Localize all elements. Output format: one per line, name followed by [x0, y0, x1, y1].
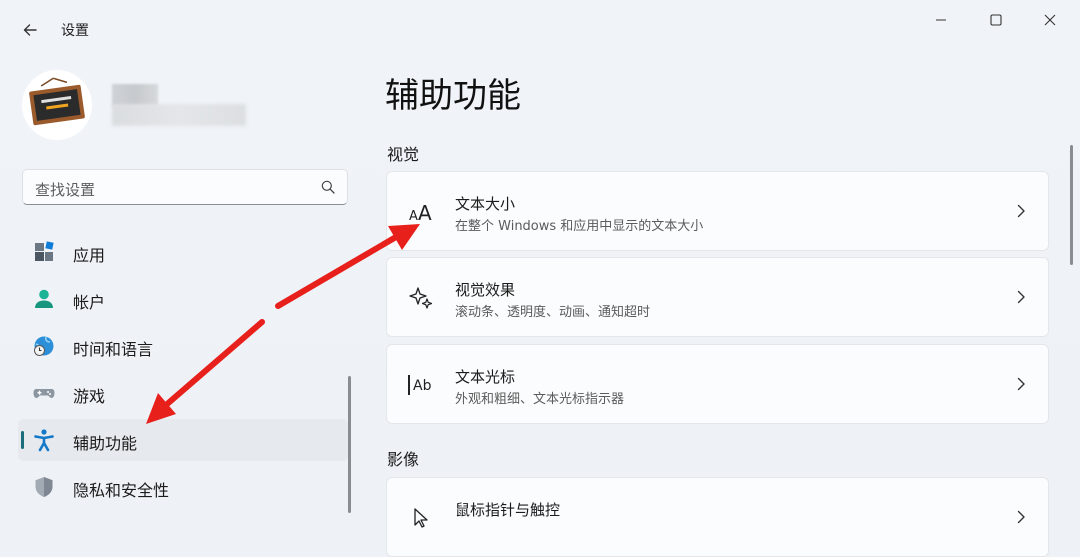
- account-icon: [35, 289, 53, 308]
- svg-text:A: A: [409, 209, 418, 223]
- sidebar-item-apps[interactable]: 应用: [18, 231, 348, 273]
- card-subtitle: 在整个 Windows 和应用中显示的文本大小: [455, 219, 704, 234]
- sidebar-item-time-language[interactable]: 时间和语言: [18, 325, 348, 367]
- section-title-vision: 视觉: [387, 145, 420, 164]
- avatar[interactable]: [22, 70, 92, 140]
- minimize-icon: [936, 19, 946, 21]
- close-button[interactable]: [1027, 6, 1073, 34]
- text-size-icon: A A: [407, 198, 435, 226]
- chevron-right-icon: [1017, 290, 1025, 304]
- card-subtitle: 滚动条、透明度、动画、通知超时: [455, 305, 651, 320]
- back-arrow-icon: [23, 24, 37, 36]
- chevron-right-icon: [1017, 377, 1025, 391]
- svg-text:A: A: [418, 201, 432, 223]
- card-title: 视觉效果: [455, 281, 516, 299]
- card-visual-effects[interactable]: 视觉效果 滚动条、透明度、动画、通知超时: [386, 257, 1049, 337]
- sidebar-item-label: 辅助功能: [73, 434, 138, 453]
- email-blurred: [112, 104, 246, 126]
- maximize-icon: [990, 14, 1002, 26]
- card-mouse-pointer-touch[interactable]: 鼠标指针与触控: [386, 477, 1049, 557]
- card-title: 文本大小: [455, 195, 516, 213]
- gamepad-icon: [33, 389, 55, 398]
- sidebar-item-accounts[interactable]: 帐户: [18, 278, 348, 320]
- sidebar-item-label: 时间和语言: [73, 340, 154, 359]
- maximize-button[interactable]: [973, 6, 1019, 34]
- main-scrollbar[interactable]: [1070, 145, 1073, 265]
- sidebar-item-label: 隐私和安全性: [73, 481, 170, 500]
- svg-text:Ab: Ab: [413, 378, 432, 394]
- close-icon: [1044, 14, 1056, 26]
- title-bar: 设置: [0, 0, 1080, 56]
- chalkboard-avatar-icon: [29, 77, 85, 126]
- back-button[interactable]: [16, 16, 44, 44]
- search-input[interactable]: 查找设置: [35, 179, 95, 200]
- username-blurred: [112, 84, 158, 106]
- sidebar-item-gaming[interactable]: 游戏: [18, 372, 348, 414]
- sidebar-item-accessibility[interactable]: 辅助功能: [18, 419, 348, 461]
- card-subtitle: 外观和粗细、文本光标指示器: [455, 392, 625, 407]
- mouse-pointer-icon: [407, 504, 435, 532]
- sidebar-item-privacy-security[interactable]: 隐私和安全性: [18, 466, 348, 508]
- settings-window: 设置 查找设置 应用 帐户 时间和语言 游戏 辅助功能 隐私和安全性 辅助功能 …: [0, 0, 1080, 557]
- app-title: 设置: [61, 23, 89, 39]
- card-text-cursor[interactable]: Ab 文本光标 外观和粗细、文本光标指示器: [386, 344, 1049, 424]
- card-title: 鼠标指针与触控: [455, 501, 561, 519]
- sidebar-item-label: 游戏: [73, 387, 106, 406]
- sparkle-icon: [407, 284, 435, 312]
- sidebar-item-label: 应用: [73, 246, 106, 265]
- chevron-right-icon: [1017, 510, 1025, 524]
- card-title: 文本光标: [455, 368, 516, 386]
- card-text-size[interactable]: A A 文本大小 在整个 Windows 和应用中显示的文本大小: [386, 171, 1049, 251]
- accessibility-icon: [34, 429, 54, 452]
- section-title-imagery: 影像: [387, 450, 420, 469]
- page-title: 辅助功能: [385, 76, 521, 116]
- text-cursor-icon: Ab: [407, 371, 435, 399]
- minimize-button[interactable]: [918, 6, 964, 34]
- shield-icon: [35, 477, 53, 497]
- sidebar-scrollbar[interactable]: [348, 376, 351, 513]
- chevron-right-icon: [1017, 204, 1025, 218]
- time-language-icon: [34, 336, 54, 356]
- selection-indicator: [21, 431, 24, 449]
- search-box[interactable]: 查找设置: [22, 169, 348, 205]
- apps-icon: [35, 241, 54, 261]
- search-icon[interactable]: [321, 180, 335, 194]
- sidebar-item-label: 帐户: [73, 293, 106, 312]
